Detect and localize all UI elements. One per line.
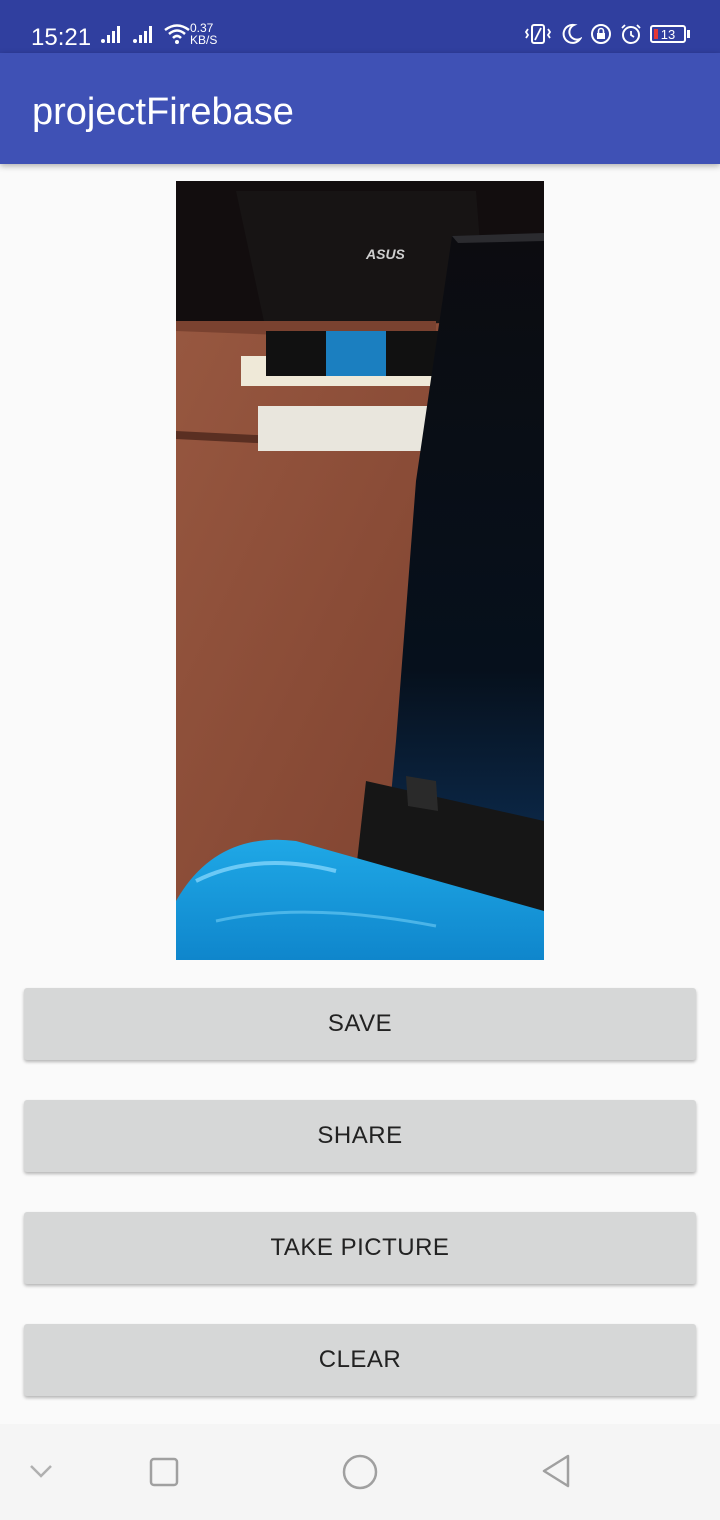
navigation-bar bbox=[0, 1424, 720, 1520]
take-picture-button[interactable]: TAKE PICTURE bbox=[24, 1212, 696, 1284]
status-right-icons: 13 bbox=[524, 23, 690, 45]
wifi-icon bbox=[164, 24, 190, 44]
save-button[interactable]: SAVE bbox=[24, 988, 696, 1060]
chevron-down-icon[interactable] bbox=[28, 1462, 54, 1480]
svg-text:ASUS: ASUS bbox=[365, 246, 406, 262]
status-left-icons bbox=[100, 24, 190, 44]
net-speed: 0.37 KB/S bbox=[190, 22, 217, 46]
net-speed-unit: KB/S bbox=[190, 33, 218, 47]
battery-icon: 13 bbox=[650, 25, 690, 43]
app-bar: projectFirebase bbox=[0, 53, 720, 164]
battery-level: 13 bbox=[660, 26, 676, 42]
moon-icon bbox=[562, 23, 582, 44]
status-bar: 15:21 0.37 KB/S 13 bbox=[0, 0, 720, 53]
signal-icon bbox=[101, 26, 120, 43]
back-icon[interactable] bbox=[538, 1452, 574, 1490]
recents-icon[interactable] bbox=[148, 1456, 180, 1488]
app-title: projectFirebase bbox=[32, 91, 294, 133]
alarm-icon bbox=[621, 24, 641, 44]
status-time: 15:21 bbox=[31, 24, 92, 51]
signal-icon bbox=[133, 26, 152, 43]
share-button[interactable]: SHARE bbox=[24, 1100, 696, 1172]
photo-image: ASUS bbox=[176, 181, 544, 960]
captured-photo: ASUS bbox=[176, 181, 544, 960]
vibrate-icon bbox=[524, 24, 552, 44]
home-icon[interactable] bbox=[340, 1452, 380, 1492]
rotation-lock-icon bbox=[591, 24, 611, 44]
clear-button[interactable]: CLEAR bbox=[24, 1324, 696, 1396]
